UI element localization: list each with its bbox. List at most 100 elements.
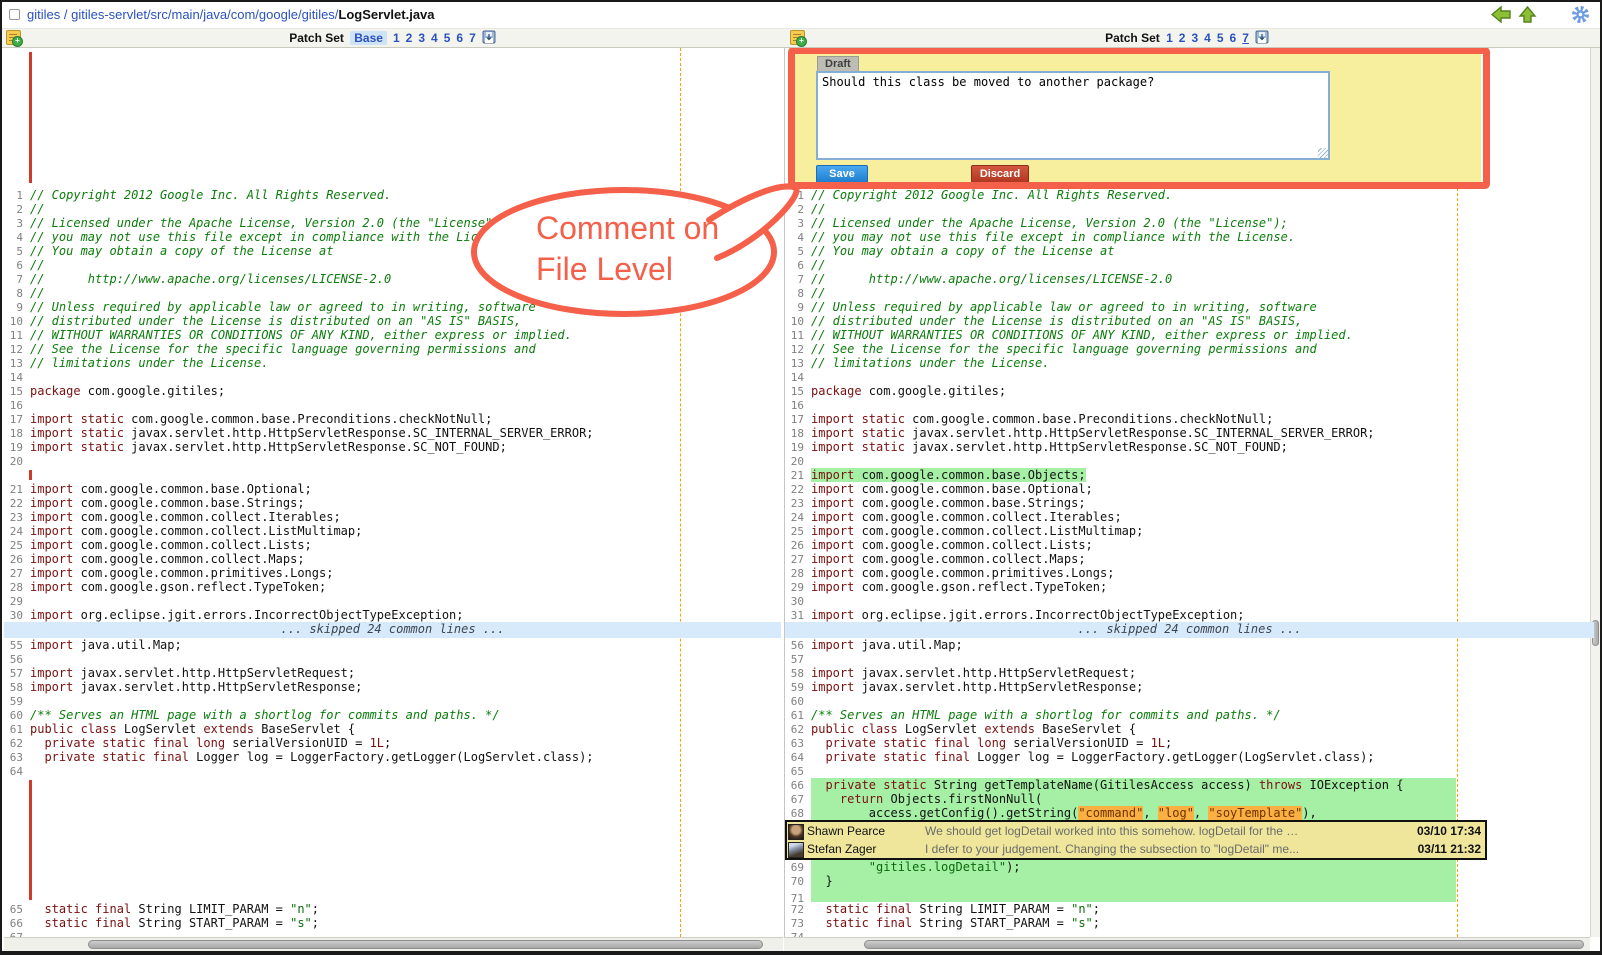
line-number[interactable]: 61 [785, 709, 811, 723]
line-number[interactable]: 11 [785, 329, 811, 343]
patch-set-link-6[interactable]: 6 [456, 31, 463, 45]
patch-set-link-2[interactable]: 2 [406, 31, 413, 45]
line-number[interactable]: 1 [785, 189, 811, 203]
scrollbar-thumb[interactable] [88, 940, 763, 949]
line-number[interactable]: 56 [4, 653, 30, 667]
patch-set-link-7[interactable]: 7 [469, 31, 476, 45]
line-number[interactable]: 22 [4, 497, 30, 511]
line-number[interactable]: 11 [4, 329, 30, 343]
line-number[interactable]: 28 [4, 581, 30, 595]
line-number[interactable]: 26 [785, 539, 811, 553]
line-number[interactable]: 10 [785, 315, 811, 329]
horizontal-scrollbar-left[interactable] [4, 937, 783, 951]
prev-file-arrow-icon[interactable] [1490, 5, 1512, 24]
line-number[interactable]: 65 [4, 903, 30, 917]
line-number[interactable]: 16 [785, 399, 811, 413]
line-number[interactable]: 31 [785, 609, 811, 623]
line-number[interactable]: 21 [4, 483, 30, 497]
line-number[interactable]: 15 [4, 385, 30, 399]
add-file-comment-icon-right[interactable] [790, 30, 805, 45]
line-number[interactable]: 66 [785, 779, 811, 793]
line-number[interactable]: 25 [4, 539, 30, 553]
line-number[interactable]: 18 [785, 427, 811, 441]
line-number[interactable]: 57 [4, 667, 30, 681]
line-number[interactable]: 23 [4, 511, 30, 525]
breadcrumb-project-link[interactable]: gitiles [27, 7, 60, 22]
line-number[interactable]: 68 [785, 807, 811, 821]
line-number[interactable]: 56 [785, 639, 811, 653]
patch-set-link-1[interactable]: 1 [393, 31, 400, 45]
line-number[interactable]: 6 [4, 259, 30, 273]
line-number[interactable]: 7 [4, 273, 30, 287]
line-number[interactable]: 3 [4, 217, 30, 231]
line-number[interactable]: 23 [785, 497, 811, 511]
line-number[interactable]: 62 [785, 723, 811, 737]
line-number[interactable]: 19 [785, 441, 811, 455]
line-number[interactable]: 21 [785, 469, 811, 483]
line-number[interactable]: 61 [4, 723, 30, 737]
settings-gear-icon[interactable] [1571, 5, 1590, 24]
line-number[interactable]: 58 [4, 681, 30, 695]
comment-row[interactable]: Shawn PearceWe should get logDetail work… [787, 822, 1485, 840]
line-number[interactable]: 64 [4, 765, 30, 779]
line-number[interactable]: 55 [4, 639, 30, 653]
file-checkbox[interactable] [9, 9, 20, 20]
line-number[interactable]: 60 [4, 709, 30, 723]
horizontal-scrollbar-right[interactable] [784, 937, 1590, 951]
line-number[interactable]: 27 [785, 553, 811, 567]
line-number[interactable]: 22 [785, 483, 811, 497]
line-number[interactable]: 4 [785, 231, 811, 245]
line-number[interactable]: 60 [785, 695, 811, 709]
patch-set-link-3[interactable]: 3 [1191, 31, 1198, 45]
line-number[interactable]: 29 [4, 595, 30, 609]
line-number[interactable]: 28 [785, 567, 811, 581]
patch-set-link-4[interactable]: 4 [431, 31, 438, 45]
up-to-change-arrow-icon[interactable] [1518, 5, 1537, 24]
patch-set-base-link[interactable]: Base [350, 31, 387, 45]
line-number[interactable]: 59 [785, 681, 811, 695]
line-number[interactable]: 63 [785, 737, 811, 751]
patch-set-link-6[interactable]: 6 [1230, 31, 1237, 45]
line-number[interactable]: 67 [785, 793, 811, 807]
line-number[interactable]: 70 [785, 875, 811, 889]
line-number[interactable]: 4 [4, 231, 30, 245]
line-number[interactable]: 8 [4, 287, 30, 301]
line-number[interactable]: 65 [785, 765, 811, 779]
line-number[interactable]: 59 [4, 695, 30, 709]
line-number[interactable]: 16 [4, 399, 30, 413]
line-number[interactable]: 25 [785, 525, 811, 539]
line-number[interactable]: 1 [4, 189, 30, 203]
discard-button[interactable]: Discard [971, 165, 1029, 183]
line-number[interactable]: 30 [785, 595, 811, 609]
line-number[interactable]: 12 [785, 343, 811, 357]
line-number[interactable]: 27 [4, 567, 30, 581]
line-number[interactable]: 5 [4, 245, 30, 259]
draft-comment-textarea[interactable] [816, 71, 1330, 160]
line-number[interactable]: 69 [785, 861, 811, 875]
line-number[interactable]: 17 [785, 413, 811, 427]
line-number[interactable]: 10 [4, 315, 30, 329]
line-number[interactable]: 17 [4, 413, 30, 427]
line-number[interactable]: 72 [785, 903, 811, 917]
skipped-lines-bar[interactable]: ... skipped 24 common lines ... [4, 622, 781, 638]
line-number[interactable]: 30 [4, 609, 30, 623]
line-number[interactable]: 13 [785, 357, 811, 371]
patch-set-link-5[interactable]: 5 [444, 31, 451, 45]
save-button[interactable]: Save [816, 165, 868, 183]
line-number[interactable]: 2 [785, 203, 811, 217]
line-number[interactable]: 5 [785, 245, 811, 259]
patch-set-link-2[interactable]: 2 [1179, 31, 1186, 45]
line-number[interactable]: 19 [4, 441, 30, 455]
line-number[interactable]: 20 [4, 455, 30, 469]
line-number[interactable]: 13 [4, 357, 30, 371]
line-number[interactable]: 8 [785, 287, 811, 301]
line-number[interactable]: 20 [785, 455, 811, 469]
line-number[interactable]: 62 [4, 737, 30, 751]
patch-set-link-5[interactable]: 5 [1217, 31, 1224, 45]
textarea-resize-grip[interactable] [1318, 148, 1328, 158]
line-number[interactable]: 73 [785, 917, 811, 931]
line-number[interactable]: 24 [785, 511, 811, 525]
line-number[interactable]: 64 [785, 751, 811, 765]
line-number[interactable]: 29 [785, 581, 811, 595]
line-number[interactable]: 24 [4, 525, 30, 539]
